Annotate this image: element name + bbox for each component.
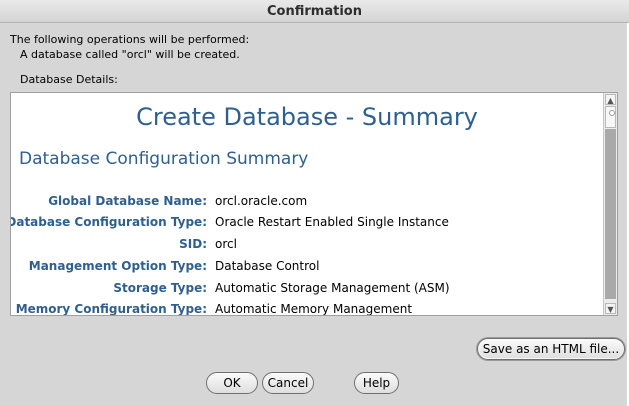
- cancel-button[interactable]: Cancel: [262, 372, 314, 394]
- summary-row: Memory Configuration Type: Automatic Mem…: [11, 302, 603, 316]
- operation-detail: A database called "orcl" will be created…: [20, 48, 240, 61]
- scroll-track[interactable]: [605, 129, 616, 299]
- summary-panel[interactable]: Create Database - Summary Database Confi…: [10, 92, 618, 316]
- row-label: Global Database Name:: [48, 194, 207, 208]
- row-value: Database Control: [215, 259, 320, 273]
- row-value: Automatic Memory Management: [215, 302, 413, 316]
- operations-intro: The following operations will be perform…: [10, 33, 250, 46]
- window-title: Confirmation: [267, 4, 362, 19]
- summary-subtitle: Database Configuration Summary: [19, 149, 309, 169]
- summary-row: Storage Type: Automatic Storage Manageme…: [11, 281, 603, 299]
- row-label: Storage Type:: [113, 281, 207, 295]
- ok-button[interactable]: OK: [206, 372, 258, 394]
- summary-row: SID: orcl: [11, 237, 603, 255]
- scroll-down-arrow-icon[interactable]: ▼: [605, 303, 616, 314]
- row-label: Database Configuration Type:: [10, 215, 207, 229]
- scroll-up-arrow-icon[interactable]: ▲: [605, 94, 616, 105]
- vertical-scrollbar[interactable]: ▲ ▼: [603, 93, 617, 315]
- row-value: Automatic Storage Management (ASM): [215, 281, 450, 295]
- summary-row: Database Configuration Type: Oracle Rest…: [11, 215, 603, 233]
- scroll-thumb[interactable]: [605, 106, 616, 128]
- row-label: Memory Configuration Type:: [15, 302, 207, 316]
- summary-title: Create Database - Summary: [136, 103, 478, 131]
- title-bar: Confirmation: [0, 0, 629, 23]
- row-label: SID:: [179, 237, 207, 251]
- summary-row: Management Option Type: Database Control: [11, 259, 603, 277]
- help-button[interactable]: Help: [354, 372, 399, 394]
- row-label: Management Option Type:: [28, 259, 207, 273]
- database-details-label: Database Details:: [20, 73, 118, 86]
- summary-row: Global Database Name: orcl.oracle.com: [11, 194, 603, 212]
- row-value: orcl: [215, 237, 237, 251]
- save-as-html-button[interactable]: Save as an HTML file...: [477, 338, 625, 360]
- scroll-grip-icon: [609, 110, 615, 116]
- row-value: orcl.oracle.com: [215, 194, 308, 208]
- row-value: Oracle Restart Enabled Single Instance: [215, 215, 449, 229]
